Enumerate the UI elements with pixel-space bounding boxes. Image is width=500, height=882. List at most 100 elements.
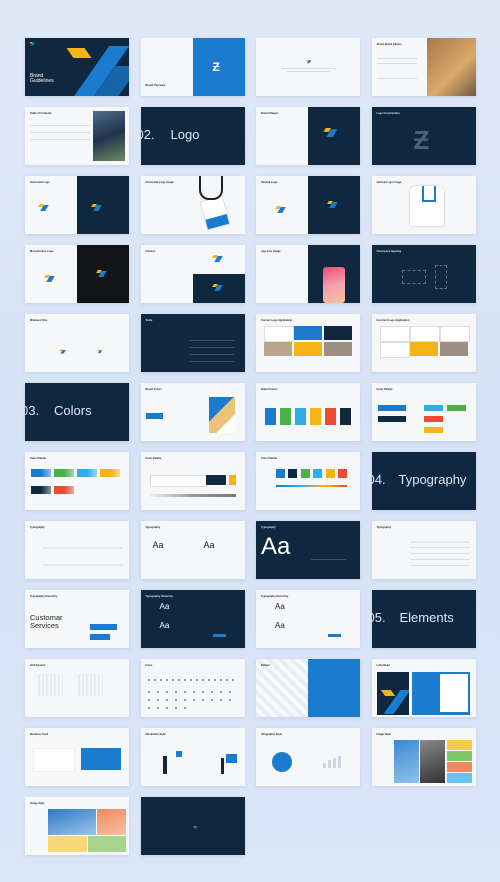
color-swatch-red — [325, 408, 336, 425]
slide-title: Brand Shapes — [261, 112, 279, 115]
color-swatch-yellow — [310, 408, 321, 425]
slide-grid-system[interactable]: Grid System — [25, 659, 129, 717]
slide-monochrome-logo[interactable]: Monochrome Logo — [25, 245, 129, 303]
slide-section-elements[interactable]: 05. Elements — [368, 590, 476, 648]
slide-section-logo[interactable]: 02. Logo — [137, 107, 245, 165]
slide-color-gradient[interactable]: Color Palette — [256, 452, 360, 510]
slide-pattern[interactable]: Pattern — [256, 659, 360, 717]
ui-card-illustration — [175, 751, 182, 757]
yellow-shape-icon — [66, 48, 92, 58]
slide-title: Grid System — [30, 664, 46, 667]
slide-typography-table[interactable]: Typography — [371, 521, 476, 579]
slide-image-style-2[interactable]: Image Style — [25, 797, 129, 855]
person-illustration — [162, 756, 167, 774]
slide-typography-hierarchy-dark[interactable]: Typography Hierarchy Aa Aa — [140, 590, 245, 648]
slide-horizontal-logo-usage[interactable]: Horizontal Logo Usage — [140, 176, 245, 234]
proportion-yellow — [228, 475, 236, 485]
brand-logo-icon — [60, 349, 65, 353]
brand-logo-icon — [45, 275, 54, 282]
slide-title: Typography Hierarchy — [145, 595, 173, 598]
color-bar-blue — [377, 405, 406, 411]
logo-panel: Ƶ — [192, 38, 245, 96]
id-card-mockup — [199, 195, 230, 231]
color-swatch-navy — [288, 469, 297, 478]
slide-scale[interactable]: Scale — [140, 314, 245, 372]
card-back — [81, 748, 121, 770]
slide-color-usage[interactable]: Color Palette — [371, 383, 476, 441]
slide-letterhead[interactable]: Letterhead — [371, 659, 476, 717]
slide-grid: Brand Guidelines Ƶ Brand Overview About B… — [21, 38, 476, 855]
slide-typography-fonts[interactable]: Typography Aa Aa — [140, 521, 245, 579]
slide-section-typography[interactable]: 04. Typography — [368, 452, 476, 510]
slide-color-proportion[interactable]: Color Palette — [140, 452, 245, 510]
font-sample: Aa — [275, 621, 285, 630]
slide-icons[interactable]: Icons — [140, 659, 245, 717]
slide-typography-scale[interactable]: Typography — [25, 521, 129, 579]
slide-cover[interactable]: Brand Guidelines — [25, 38, 129, 96]
slide-title: Infographic Style — [261, 733, 283, 736]
brand-logo-icon — [193, 826, 197, 829]
slide-title: Illustration Style — [145, 733, 166, 736]
slide-typography-hierarchy[interactable]: Typography Hierarchy Customar Services — [25, 590, 129, 648]
slide-brand-overview[interactable]: Ƶ Brand Overview — [140, 38, 245, 96]
slide-incorrect-logo-application[interactable]: Incorrect Logo Application — [371, 314, 476, 372]
slide-title: Table of Contents — [30, 112, 52, 115]
slide-title: About Brand Clients — [376, 43, 402, 46]
slide-vertical-logo-usage[interactable]: Vertical Logo Usage — [371, 176, 476, 234]
slide-section-colors[interactable]: 03. Colors — [21, 383, 129, 441]
headline-sample: Customar Services — [30, 613, 63, 630]
bar — [338, 756, 341, 768]
text-line — [188, 354, 234, 355]
slide-clearspace[interactable]: Clearspace Spacing — [371, 245, 476, 303]
text-line — [376, 78, 417, 79]
tint-navy — [31, 486, 51, 494]
slide-color-tints[interactable]: Color Palette — [25, 452, 129, 510]
logo-panel — [77, 176, 129, 234]
slide-correct-logo-application[interactable]: Correct Logo Application — [256, 314, 360, 372]
brand-logo-icon — [328, 201, 337, 208]
font-sample: Aa — [275, 602, 285, 611]
slide-logo-construction[interactable]: Logo Construction Ƶ — [371, 107, 476, 165]
slide-favicon[interactable]: Favicon — [140, 245, 245, 303]
slide-title: Color Palette — [30, 457, 46, 460]
slide-title: Color Palette — [261, 457, 277, 460]
slide-title: Scale — [145, 319, 153, 322]
slide-infographic-style[interactable]: Infographic Style — [256, 728, 360, 786]
slide-intro-statement[interactable] — [256, 38, 360, 96]
slide-app-icon[interactable]: App Icon Usage — [256, 245, 360, 303]
slide-logo-concept[interactable]: Brand Shapes — [256, 107, 360, 165]
brand-logo-icon — [97, 270, 106, 277]
sample-button — [328, 634, 341, 637]
slide-horizontal-logo[interactable]: Horizontal Logo — [25, 176, 129, 234]
photo-blue — [48, 809, 96, 835]
card-front — [33, 748, 75, 772]
logo-panel — [192, 274, 245, 303]
slide-typography-hierarchy-light[interactable]: Typography Hierarchy Aa Aa — [256, 590, 360, 648]
slide-business-card[interactable]: Business Card — [25, 728, 129, 786]
text-line — [188, 361, 234, 362]
slide-table-of-contents[interactable]: Table of Contents — [25, 107, 129, 165]
slide-image-style[interactable]: Image Style — [371, 728, 476, 786]
slide-brand-colors-swatches[interactable]: Brand Colors — [256, 383, 360, 441]
photo-blue — [393, 740, 419, 783]
color-swatch-navy — [340, 408, 351, 425]
slide-closing[interactable] — [140, 797, 245, 855]
sample-button — [90, 634, 110, 640]
photo-gray — [419, 740, 445, 783]
slide-minimum-size[interactable]: Minimum Size — [25, 314, 129, 372]
brand-logo-icon — [97, 350, 102, 354]
slide-brand-colors[interactable]: Brand Colors — [140, 383, 245, 441]
slide-about-brand[interactable]: About Brand Clients — [371, 38, 476, 96]
color-swatch-green — [301, 469, 310, 478]
slide-title: Minimum Size — [30, 319, 48, 322]
slide-typography-hero[interactable]: Typography Aa — [256, 521, 360, 579]
slide-title: Brand Colors — [261, 388, 278, 391]
slide-vertical-logo[interactable]: Vertical Logo — [256, 176, 360, 234]
color-swatch-sky — [295, 408, 306, 425]
slide-title: Typography — [30, 526, 45, 529]
bar — [323, 763, 326, 768]
slide-illustration-style[interactable]: Illustration Style — [140, 728, 245, 786]
sample-button — [212, 634, 226, 637]
slide-title: Color Palette — [376, 388, 393, 391]
example-tile — [379, 342, 410, 358]
